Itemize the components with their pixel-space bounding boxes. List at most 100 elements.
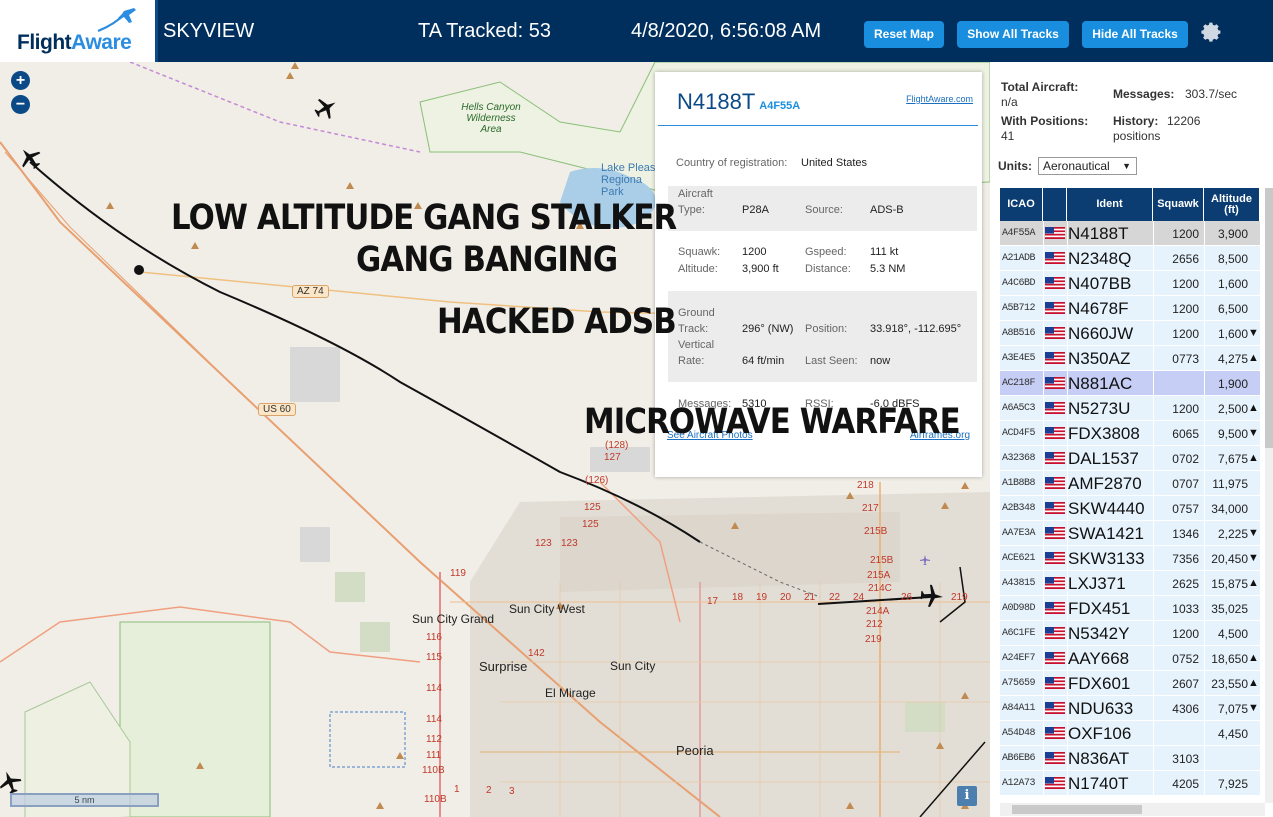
table-row[interactable]: A75659 FDX601 2607 23,550 ▲ — [1000, 671, 1260, 696]
table-row[interactable]: A12A73 N1740T 4205 7,925 — [1000, 771, 1260, 796]
distance-value: 5.3 NM — [870, 263, 906, 275]
altitude-cell: 2,500 — [1217, 402, 1248, 416]
column-header-icao[interactable]: ICAO — [1000, 188, 1043, 221]
horizontal-scrollbar[interactable] — [1000, 803, 1265, 816]
table-row[interactable]: A1B8B8 AMF2870 0707 11,975 — [1000, 471, 1260, 496]
highway-shield: AZ 74 — [292, 285, 329, 298]
chevron-down-icon: ▼ — [1122, 161, 1131, 171]
table-row[interactable]: A0D98D FDX451 1033 35,025 — [1000, 596, 1260, 621]
table-row[interactable]: A24EF7 AAY668 0752 18,650 ▲ — [1000, 646, 1260, 671]
squawk-cell: 4205 — [1172, 777, 1199, 791]
units-select[interactable]: Aeronautical ▼ — [1038, 157, 1137, 175]
route-number: 212 — [866, 619, 883, 630]
cell-separator — [1153, 771, 1154, 796]
column-header-squawk[interactable]: Squawk — [1153, 188, 1204, 221]
table-row[interactable]: A32368 DAL1537 0702 7,675 ▲ — [1000, 446, 1260, 471]
highway-shield: US 60 — [258, 403, 296, 416]
altitude-trend: ▲ — [1248, 452, 1259, 464]
ident-cell: AMF2870 — [1068, 474, 1142, 493]
info-button[interactable]: i — [957, 786, 977, 806]
show-all-tracks-button[interactable]: Show All Tracks — [957, 21, 1069, 48]
column-header-ident[interactable]: Ident — [1067, 188, 1153, 221]
route-number: 217 — [862, 503, 879, 514]
city-label: Sun City Grand — [412, 612, 495, 626]
flightaware-logo[interactable]: FlightAware — [0, 0, 158, 62]
table-row[interactable]: A21ADB N2348Q 2656 8,500 — [1000, 246, 1260, 271]
history-value: 12206 — [1167, 114, 1201, 128]
cell-separator — [1067, 471, 1068, 496]
units-label: Units: — [998, 159, 1032, 173]
scrollbar-thumb[interactable] — [1012, 805, 1142, 814]
altitude-trend: ▲ — [1248, 677, 1259, 689]
icao-cell: AB6EB6 — [1002, 753, 1036, 764]
altitude-cell: 4,275 — [1217, 352, 1248, 366]
cell-separator — [1204, 746, 1205, 771]
us-flag-icon — [1045, 277, 1065, 289]
table-row[interactable]: A6A5C3 N5273U 1200 2,500 ▲ — [1000, 396, 1260, 421]
icao-cell: A2B348 — [1002, 503, 1036, 514]
table-row[interactable]: A3E4E5 N350AZ 0773 4,275 ▲ — [1000, 346, 1260, 371]
scrollbar-thumb[interactable] — [1265, 188, 1273, 448]
altitude-trend: ▲ — [1248, 352, 1259, 364]
cell-separator — [1204, 396, 1205, 421]
table-row[interactable]: A54D48 OXF106 4,450 — [1000, 721, 1260, 746]
column-header-flag[interactable] — [1043, 188, 1067, 221]
table-row[interactable]: ACD4F5 FDX3808 6065 9,500 ▼ — [1000, 421, 1260, 446]
table-row[interactable]: AA7E3A SWA1421 1346 2,225 ▼ — [1000, 521, 1260, 546]
route-number: 142 — [528, 648, 545, 659]
ident-cell: N1740T — [1068, 774, 1129, 793]
icao-cell: A24EF7 — [1002, 653, 1036, 664]
cell-separator — [1043, 221, 1044, 246]
cell-separator — [1043, 446, 1044, 471]
table-row[interactable]: A5B712 N4678F 1200 6,500 — [1000, 296, 1260, 321]
icao-cell: A43815 — [1002, 578, 1036, 589]
table-row[interactable]: A4F55A N4188T 1200 3,900 — [1000, 221, 1260, 246]
table-row[interactable]: A84A11 NDU633 4306 7,075 ▼ — [1000, 696, 1260, 721]
altitude-cell: 18,650 — [1211, 652, 1248, 666]
city-label: Peoria — [676, 743, 714, 758]
table-row[interactable]: A8B516 N660JW 1200 1,600 ▼ — [1000, 321, 1260, 346]
table-row[interactable]: A43815 LXJ371 2625 15,875 ▲ — [1000, 571, 1260, 596]
table-row[interactable]: ACE621 SKW3133 7356 20,450 ▼ — [1000, 546, 1260, 571]
cell-separator — [1153, 446, 1154, 471]
flightaware-link[interactable]: FlightAware.com — [906, 94, 973, 104]
cell-separator — [1153, 621, 1154, 646]
table-row[interactable]: AC218F N881AC 1,900 — [1000, 371, 1260, 396]
table-row[interactable]: AB6EB6 N836AT 3103 — [1000, 746, 1260, 771]
table-row[interactable]: A4C6BD N407BB 1200 1,600 — [1000, 271, 1260, 296]
squawk-cell: 1200 — [1172, 302, 1199, 316]
squawk-label: Squawk: — [678, 246, 721, 258]
cell-separator — [1204, 446, 1205, 471]
hide-all-tracks-button[interactable]: Hide All Tracks — [1082, 21, 1188, 48]
cell-separator — [1204, 671, 1205, 696]
cell-separator — [1153, 596, 1154, 621]
zoom-in-button[interactable]: + — [11, 71, 30, 90]
route-number: 219 — [865, 634, 882, 645]
cell-separator — [1204, 596, 1205, 621]
route-number: 21 — [804, 592, 816, 603]
altitude-cell: 9,500 — [1217, 427, 1248, 441]
zoom-out-button[interactable]: − — [11, 95, 30, 114]
table-row[interactable]: A6C1FE N5342Y 1200 4,500 — [1000, 621, 1260, 646]
route-number: 125 — [584, 502, 601, 513]
cell-separator — [1043, 721, 1044, 746]
icao-cell: A12A73 — [1002, 778, 1036, 789]
icao-cell: A84A11 — [1002, 703, 1036, 714]
squawk-cell: 7356 — [1172, 552, 1199, 566]
altitude-cell: 7,925 — [1217, 777, 1248, 791]
gspeed-label: Gspeed: — [805, 246, 847, 258]
gear-icon[interactable] — [1199, 20, 1223, 44]
cell-separator — [1204, 546, 1205, 571]
icao-cell: A4C6BD — [1002, 278, 1036, 289]
reset-map-button[interactable]: Reset Map — [864, 21, 944, 48]
altitude-trend: ▼ — [1248, 427, 1259, 439]
vertical-scrollbar[interactable] — [1265, 188, 1273, 803]
wilderness-label: Hells Canyon Wilderness Area — [458, 102, 524, 135]
table-row[interactable]: A2B348 SKW4440 0757 34,000 — [1000, 496, 1260, 521]
cell-separator — [1043, 396, 1044, 421]
us-flag-icon — [1045, 652, 1065, 664]
ident-cell: FDX451 — [1068, 599, 1131, 618]
position-value: 33.918°, -112.695° — [870, 323, 962, 335]
column-header-altitude[interactable]: Altitude (ft) — [1204, 188, 1260, 221]
icao-cell: A21ADB — [1002, 253, 1036, 264]
